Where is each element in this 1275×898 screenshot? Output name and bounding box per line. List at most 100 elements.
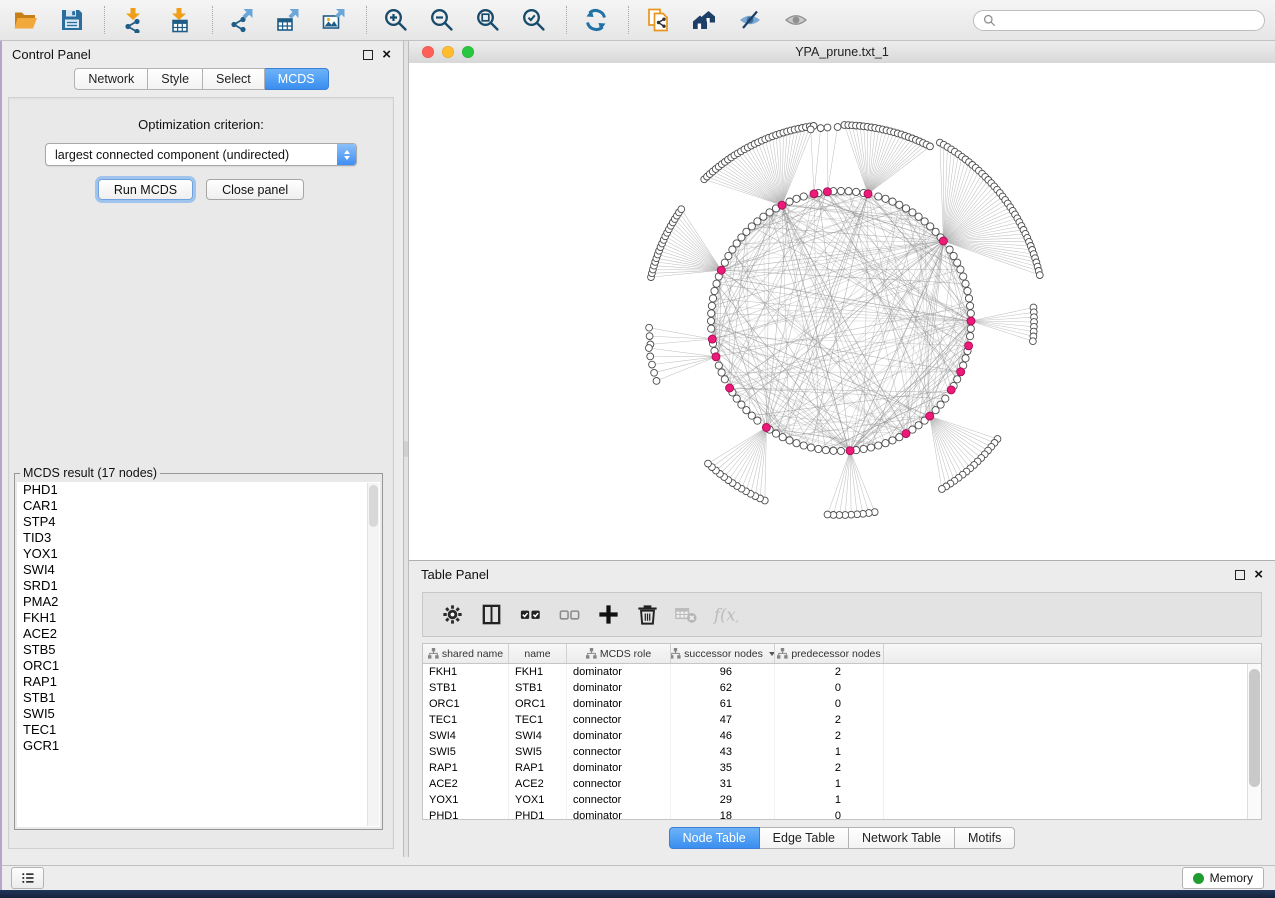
graph-node[interactable] (967, 333, 974, 340)
mcds-result-item[interactable]: GCR1 (17, 738, 380, 754)
graph-node[interactable] (946, 246, 953, 253)
show-all-button[interactable] (780, 4, 812, 36)
table-row[interactable]: TEC1TEC1connector472 (423, 712, 1261, 728)
graph-node[interactable] (733, 395, 740, 402)
column-header-name[interactable]: name (509, 644, 567, 663)
show-hide-columns-button[interactable] (476, 600, 506, 630)
graph-leaf-node[interactable] (927, 143, 934, 150)
mcds-result-item[interactable]: ACE2 (17, 626, 380, 642)
graph-node[interactable] (721, 259, 728, 266)
graph-node[interactable] (932, 407, 939, 414)
criterion-dropdown[interactable]: largest connected component (undirected) (45, 143, 357, 166)
mcds-result-item[interactable]: TEC1 (17, 722, 380, 738)
mcds-result-item[interactable]: SWI5 (17, 706, 380, 722)
graph-mcds-hub-node[interactable] (939, 237, 947, 245)
graph-leaf-node[interactable] (647, 353, 654, 360)
memory-button[interactable]: Memory (1182, 867, 1264, 889)
task-history-button[interactable] (11, 867, 44, 889)
graph-node[interactable] (915, 213, 922, 220)
graph-node[interactable] (713, 280, 720, 287)
graph-mcds-hub-node[interactable] (708, 335, 716, 343)
graph-node[interactable] (875, 193, 882, 200)
graph-leaf-node[interactable] (824, 124, 831, 131)
network-canvas[interactable] (409, 63, 1275, 560)
graph-leaf-node[interactable] (1030, 338, 1037, 345)
float-panel-icon[interactable] (363, 50, 373, 60)
graph-node[interactable] (709, 295, 716, 302)
graph-node[interactable] (957, 266, 964, 273)
graph-leaf-node[interactable] (646, 333, 653, 340)
table-row[interactable]: STB1STB1dominator620 (423, 680, 1261, 696)
graph-node[interactable] (954, 259, 961, 266)
graph-node[interactable] (725, 252, 732, 259)
graph-leaf-node[interactable] (646, 345, 653, 352)
close-panel-button[interactable]: Close panel (206, 179, 304, 200)
mcds-result-item[interactable]: SWI4 (17, 562, 380, 578)
zoom-in-button[interactable] (380, 4, 412, 36)
graph-node[interactable] (960, 273, 967, 280)
mcds-result-item[interactable]: SRD1 (17, 578, 380, 594)
graph-mcds-hub-node[interactable] (810, 190, 818, 198)
open-session-button[interactable] (10, 4, 42, 36)
tab-node-table[interactable]: Node Table (669, 827, 760, 849)
float-table-panel-icon[interactable] (1235, 570, 1245, 580)
graph-leaf-node[interactable] (646, 324, 653, 331)
graph-node[interactable] (733, 240, 740, 247)
graph-node[interactable] (766, 209, 773, 216)
tab-motifs[interactable]: Motifs (955, 827, 1015, 849)
graph-node[interactable] (793, 195, 800, 202)
graph-mcds-hub-node[interactable] (846, 447, 854, 455)
graph-node[interactable] (962, 280, 969, 287)
graph-node[interactable] (786, 198, 793, 205)
mcds-result-item[interactable]: STB1 (17, 690, 380, 706)
mcds-result-item[interactable]: YOX1 (17, 546, 380, 562)
graph-node[interactable] (708, 302, 715, 309)
column-header-successor-nodes[interactable]: successor nodes (671, 644, 775, 663)
graph-leaf-node[interactable] (651, 369, 658, 376)
graph-node[interactable] (882, 440, 889, 447)
table-scrollbar-thumb[interactable] (1249, 669, 1260, 787)
graph-node[interactable] (815, 445, 822, 452)
graph-leaf-node[interactable] (817, 125, 824, 132)
table-row[interactable]: ACE2ACE2connector311 (423, 776, 1261, 792)
graph-leaf-node[interactable] (705, 460, 712, 467)
mcds-result-item[interactable]: ORC1 (17, 658, 380, 674)
export-table-button[interactable] (272, 4, 304, 36)
mcds-result-item[interactable]: FKH1 (17, 610, 380, 626)
zoom-out-button[interactable] (426, 4, 458, 36)
graph-node[interactable] (786, 437, 793, 444)
tab-select[interactable]: Select (203, 68, 265, 90)
graph-mcds-hub-node[interactable] (926, 412, 934, 420)
graph-leaf-node[interactable] (649, 361, 656, 368)
graph-mcds-hub-node[interactable] (957, 368, 965, 376)
graph-mcds-hub-node[interactable] (717, 266, 725, 274)
graph-node[interactable] (830, 447, 837, 454)
first-neighbors-button[interactable] (688, 4, 720, 36)
graph-node[interactable] (962, 355, 969, 362)
graph-node[interactable] (967, 310, 974, 317)
refresh-button[interactable] (580, 4, 612, 36)
graph-node[interactable] (927, 223, 934, 230)
column-header-predecessor-nodes[interactable]: predecessor nodes (775, 644, 884, 663)
graph-node[interactable] (738, 401, 745, 408)
table-mode-gear-button[interactable] (437, 600, 467, 630)
graph-node[interactable] (718, 369, 725, 376)
import-table-button[interactable] (164, 4, 196, 36)
close-table-panel-icon[interactable]: × (1254, 570, 1263, 580)
table-row[interactable]: PHD1PHD1dominator180 (423, 808, 1261, 820)
graph-mcds-hub-node[interactable] (965, 342, 973, 350)
graph-node[interactable] (754, 218, 761, 225)
save-session-button[interactable] (56, 4, 88, 36)
graph-leaf-node[interactable] (1036, 272, 1043, 279)
table-row[interactable]: SWI4SWI4dominator462 (423, 728, 1261, 744)
close-panel-icon[interactable]: × (382, 50, 391, 60)
export-image-button[interactable] (318, 4, 350, 36)
mcds-result-item[interactable]: STP4 (17, 514, 380, 530)
graph-mcds-hub-node[interactable] (902, 430, 910, 438)
column-header-MCDS-role[interactable]: MCDS role (567, 644, 671, 663)
tab-edge-table[interactable]: Edge Table (760, 827, 849, 849)
graph-node[interactable] (715, 362, 722, 369)
graph-node[interactable] (967, 325, 974, 332)
graph-node[interactable] (729, 246, 736, 253)
graph-node[interactable] (793, 440, 800, 447)
